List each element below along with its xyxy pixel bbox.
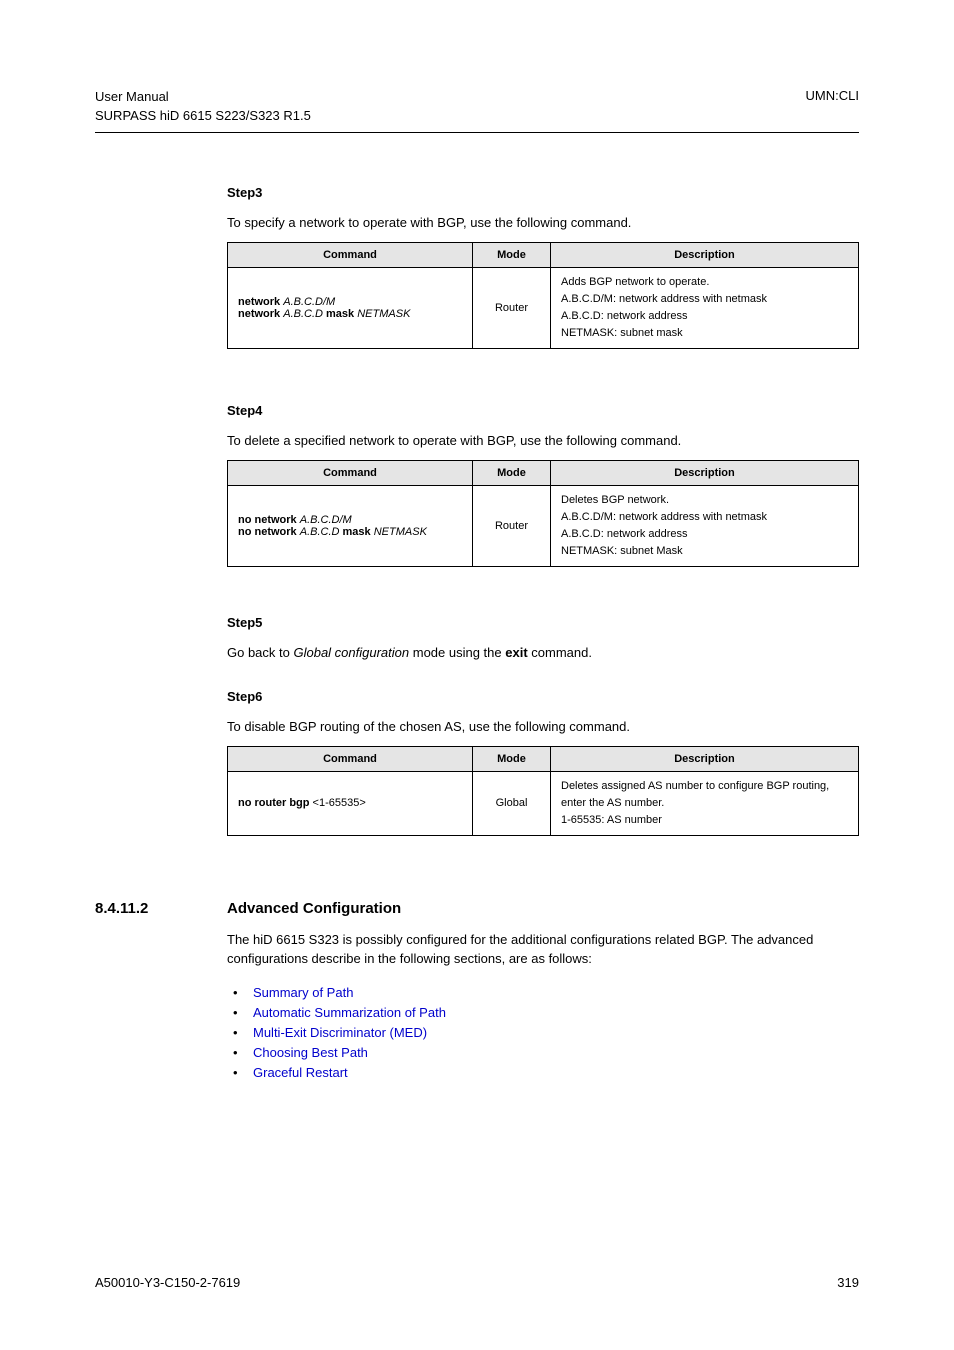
- step5-part3: mode using the: [409, 645, 505, 660]
- step6-label: Step6: [227, 689, 859, 704]
- section-paragraph: The hiD 6615 S323 is possibly configured…: [227, 931, 859, 969]
- step4-desc-cell: Deletes BGP network. A.B.C.D/M: network …: [551, 486, 859, 567]
- desc-line: Adds BGP network to operate.: [561, 274, 848, 291]
- cmd-kw: no router bgp: [238, 797, 313, 809]
- step6-th-command: Command: [228, 746, 473, 771]
- step6-cmd-cell: no router bgp <1-65535>: [228, 771, 473, 835]
- step3-th-command: Command: [228, 242, 473, 267]
- footer-page-number: 319: [837, 1275, 859, 1290]
- step5-exit-cmd: exit: [505, 645, 527, 660]
- step6-desc-cell: Deletes assigned AS number to configure …: [551, 771, 859, 835]
- step4-th-command: Command: [228, 461, 473, 486]
- cmd-kw: no network: [238, 514, 300, 526]
- step5-mode-name: Global configuration: [293, 645, 409, 660]
- step5-part1: Go back to: [227, 645, 293, 660]
- cmd-kw: mask: [326, 308, 357, 320]
- cmd-arg: <1-65535>: [313, 797, 366, 809]
- cmd-arg: NETMASK: [357, 308, 410, 320]
- step4-th-description: Description: [551, 461, 859, 486]
- list-item: Summary of Path: [227, 983, 859, 1003]
- table-row: no network A.B.C.D/M no network A.B.C.D …: [228, 486, 859, 567]
- desc-line: NETMASK: subnet Mask: [561, 543, 848, 560]
- step6-table: Command Mode Description no router bgp <…: [227, 746, 859, 836]
- list-item: Graceful Restart: [227, 1063, 859, 1083]
- step3-th-description: Description: [551, 242, 859, 267]
- step4-mode-cell: Router: [473, 486, 551, 567]
- step3-table: Command Mode Description network A.B.C.D…: [227, 242, 859, 349]
- footer-doc-id: A50010-Y3-C150-2-7619: [95, 1275, 240, 1290]
- header-title: User Manual: [95, 88, 311, 107]
- header-left: User Manual SURPASS hiD 6615 S223/S323 R…: [95, 88, 311, 126]
- step6-th-description: Description: [551, 746, 859, 771]
- list-item: Multi-Exit Discriminator (MED): [227, 1023, 859, 1043]
- cmd-arg: A.B.C.D/M: [283, 296, 335, 308]
- step4-th-mode: Mode: [473, 461, 551, 486]
- step6-th-mode: Mode: [473, 746, 551, 771]
- bullet-link[interactable]: Choosing Best Path: [253, 1045, 368, 1060]
- cmd-arg: A.B.C.D: [300, 526, 343, 538]
- step3-block: Step3 To specify a network to operate wi…: [227, 185, 859, 349]
- desc-line: NETMASK: subnet mask: [561, 325, 848, 342]
- desc-line: Deletes assigned AS number to configure …: [561, 778, 848, 812]
- cmd-arg: A.B.C.D: [283, 308, 326, 320]
- step5-block: Step5 Go back to Global configuration mo…: [227, 615, 859, 662]
- step3-intro: To specify a network to operate with BGP…: [227, 214, 859, 232]
- step3-desc-cell: Adds BGP network to operate. A.B.C.D/M: …: [551, 267, 859, 348]
- cmd-kw: no network: [238, 526, 300, 538]
- step3-label: Step3: [227, 185, 859, 200]
- cmd-arg: NETMASK: [374, 526, 427, 538]
- step4-label: Step4: [227, 403, 859, 418]
- step6-block: Step6 To disable BGP routing of the chos…: [227, 689, 859, 836]
- desc-line: A.B.C.D/M: network address with netmask: [561, 291, 848, 308]
- step4-block: Step4 To delete a specified network to o…: [227, 403, 859, 567]
- step5-label: Step5: [227, 615, 859, 630]
- step5-part5: command.: [528, 645, 592, 660]
- step3-cmd-cell: network A.B.C.D/M network A.B.C.D mask N…: [228, 267, 473, 348]
- desc-line: A.B.C.D/M: network address with netmask: [561, 509, 848, 526]
- step3-mode-cell: Router: [473, 267, 551, 348]
- bullet-link[interactable]: Automatic Summarization of Path: [253, 1005, 446, 1020]
- table-row: network A.B.C.D/M network A.B.C.D mask N…: [228, 267, 859, 348]
- header-right: UMN:CLI: [806, 88, 859, 126]
- section-number: 8.4.11.2: [95, 900, 193, 917]
- cmd-arg: A.B.C.D/M: [300, 514, 352, 526]
- step4-intro: To delete a specified network to operate…: [227, 432, 859, 450]
- cmd-kw: network: [238, 308, 283, 320]
- bullet-link[interactable]: Graceful Restart: [253, 1065, 348, 1080]
- step5-text: Go back to Global configuration mode usi…: [227, 644, 859, 662]
- step4-table: Command Mode Description no network A.B.…: [227, 460, 859, 567]
- list-item: Automatic Summarization of Path: [227, 1003, 859, 1023]
- step3-th-mode: Mode: [473, 242, 551, 267]
- desc-line: A.B.C.D: network address: [561, 308, 848, 325]
- table-row: no router bgp <1-65535> Global Deletes a…: [228, 771, 859, 835]
- header-divider: [95, 132, 859, 133]
- step4-cmd-cell: no network A.B.C.D/M no network A.B.C.D …: [228, 486, 473, 567]
- section-heading: 8.4.11.2 Advanced Configuration: [95, 900, 859, 917]
- section-title: Advanced Configuration: [227, 900, 401, 917]
- cmd-kw: mask: [343, 526, 374, 538]
- list-item: Choosing Best Path: [227, 1043, 859, 1063]
- desc-line: 1-65535: AS number: [561, 812, 848, 829]
- cmd-kw: network: [238, 296, 283, 308]
- bullet-link[interactable]: Summary of Path: [253, 985, 353, 1000]
- desc-line: A.B.C.D: network address: [561, 526, 848, 543]
- section-bullet-list: Summary of Path Automatic Summarization …: [227, 983, 859, 1084]
- page-footer: A50010-Y3-C150-2-7619 319: [95, 1275, 859, 1290]
- desc-line: Deletes BGP network.: [561, 492, 848, 509]
- header-subtitle: SURPASS hiD 6615 S223/S323 R1.5: [95, 107, 311, 126]
- bullet-link[interactable]: Multi-Exit Discriminator (MED): [253, 1025, 427, 1040]
- step6-intro: To disable BGP routing of the chosen AS,…: [227, 718, 859, 736]
- page-header: User Manual SURPASS hiD 6615 S223/S323 R…: [95, 88, 859, 126]
- step6-mode-cell: Global: [473, 771, 551, 835]
